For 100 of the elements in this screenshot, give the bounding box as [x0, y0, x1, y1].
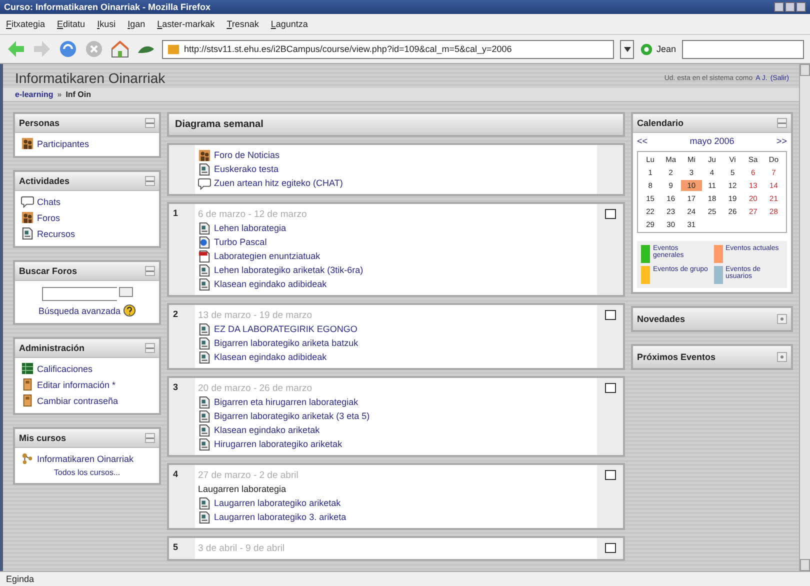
- activity-link[interactable]: Turbo Pascal: [214, 237, 267, 247]
- course-link[interactable]: Informatikaren Oinarriak: [37, 454, 134, 464]
- week-number: 5: [173, 542, 178, 552]
- activity-link[interactable]: Klasean egindako adibideak: [214, 352, 327, 362]
- activity-link[interactable]: Zuen artean hitz egiteko (CHAT): [214, 178, 343, 188]
- activity-link[interactable]: EZ DA LABORATEGIRIK EGONGO: [214, 324, 358, 334]
- block-title: Actividades: [19, 176, 70, 186]
- document-icon: [198, 264, 211, 276]
- caret-icon: [624, 46, 631, 52]
- collapse-icon[interactable]: [145, 266, 155, 276]
- speech-bubble-icon: [198, 176, 211, 190]
- minimize-icon[interactable]: [774, 2, 784, 12]
- speech-bubble-icon: [21, 195, 34, 208]
- activity-link[interactable]: Bigarren laborategiko ariketa batzuk: [214, 338, 358, 348]
- collapse-icon[interactable]: [777, 118, 787, 128]
- search-field[interactable]: [42, 287, 116, 301]
- menu-item[interactable]: Igan: [128, 19, 146, 29]
- block-title: Personas: [19, 118, 60, 128]
- activity-link[interactable]: Laborategien enuntziatuak: [214, 251, 320, 261]
- block-link[interactable]: Recursos: [37, 228, 76, 238]
- close-icon[interactable]: [796, 2, 806, 12]
- month-title[interactable]: mayo 2006: [690, 136, 734, 146]
- week-dates: 27 de marzo - 2 de abril: [198, 470, 298, 480]
- week-dates: 20 de marzo - 26 de marzo: [198, 382, 312, 394]
- activity-link[interactable]: Lehen laborategiko ariketak (3tik-6ra): [214, 265, 364, 275]
- document-icon: [198, 396, 211, 408]
- dropdown-button[interactable]: [620, 40, 634, 58]
- back-arrow-icon[interactable]: [6, 39, 26, 59]
- block-link[interactable]: Cambiar contraseña: [37, 396, 118, 406]
- pdf-document-icon: [198, 250, 211, 262]
- block-link[interactable]: Participantes: [37, 138, 90, 148]
- activity-link[interactable]: Bigarren laborategiko ariketak (3 eta 5): [214, 411, 370, 421]
- document-icon: [198, 438, 211, 450]
- activity-link[interactable]: Bigarren eta hirugarren laborategiak: [214, 397, 358, 407]
- menu-item[interactable]: Ikusi: [97, 19, 116, 29]
- collapse-icon[interactable]: [145, 433, 155, 443]
- document-icon: [198, 410, 211, 422]
- document-icon: [198, 162, 211, 176]
- course-icon: [21, 452, 34, 465]
- all-courses-link[interactable]: Todos los cursos...: [21, 468, 153, 477]
- go-icon[interactable]: [640, 42, 654, 56]
- block-title: Administración: [19, 343, 85, 353]
- expand-icon[interactable]: [777, 314, 787, 324]
- menu-item[interactable]: Laster-markak: [157, 19, 215, 29]
- document-icon: [198, 278, 211, 290]
- block-title: Novedades: [637, 314, 686, 324]
- highlight-icon[interactable]: [604, 209, 616, 219]
- search-field[interactable]: [682, 40, 804, 58]
- previous-month-link[interactable]: <<: [637, 136, 648, 146]
- activity-link[interactable]: Euskerako testa: [214, 164, 279, 174]
- block-link[interactable]: Foros: [37, 212, 60, 222]
- highlight-icon[interactable]: [604, 310, 616, 320]
- week-number: 4: [173, 469, 178, 479]
- section-side-panel: [597, 145, 623, 194]
- highlight-icon[interactable]: [604, 383, 616, 393]
- menu-item[interactable]: Fitxategia: [6, 19, 46, 29]
- course-title: Informatikaren Oinarriak: [15, 70, 166, 86]
- block-title: Calendario: [637, 118, 684, 128]
- maximize-icon[interactable]: [785, 2, 795, 12]
- week-dates: 3 de abril - 9 de abril: [198, 542, 285, 554]
- section-label: Laugarren laborategia: [198, 484, 286, 494]
- highlight-icon[interactable]: [604, 543, 616, 553]
- document-icon: [198, 322, 211, 336]
- home-icon[interactable]: [110, 39, 130, 59]
- menu-item[interactable]: Laguntza: [270, 19, 308, 29]
- people-icon: [21, 137, 34, 150]
- next-month-link[interactable]: >>: [776, 136, 787, 146]
- activity-link[interactable]: Laugarren laborategiko ariketak: [214, 498, 341, 508]
- activity-link[interactable]: Foro de Noticias: [214, 150, 280, 160]
- collapse-icon[interactable]: [145, 176, 155, 186]
- activity-link[interactable]: Klasean egindako ariketak: [214, 425, 320, 435]
- block-title: Próximos Eventos: [637, 352, 716, 362]
- block-link[interactable]: Editar información *: [37, 380, 116, 390]
- document-icon: [21, 227, 34, 240]
- block-link[interactable]: Chats: [37, 196, 61, 206]
- collapse-icon[interactable]: [145, 343, 155, 353]
- activity-link[interactable]: Lehen laborategia: [214, 223, 286, 233]
- help-icon[interactable]: [122, 304, 136, 317]
- activity-link[interactable]: Klasean egindako adibideak: [214, 279, 327, 289]
- breadcrumb-link[interactable]: e-learning: [15, 90, 54, 99]
- activity-link[interactable]: Laugarren laborategiko 3. ariketa: [214, 512, 346, 522]
- address-bar[interactable]: http://stsv11.st.ehu.es/i2BCampus/course/view.php?id=109&cal_m=5&cal_y=2006: [162, 40, 614, 58]
- collapse-icon[interactable]: [145, 118, 155, 128]
- stop-icon[interactable]: [84, 39, 104, 59]
- block-title: Buscar Foros: [19, 266, 78, 276]
- advanced-search-link[interactable]: Búsqueda avanzada: [38, 306, 121, 316]
- globe-document-icon: [198, 236, 211, 248]
- expand-icon[interactable]: [777, 352, 787, 362]
- window-title: Curso: Informatikaren Oinarriak - Mozilla Firefox: [4, 2, 211, 12]
- breadcrumb-separator: »: [57, 90, 62, 99]
- activity-link[interactable]: Hirugarren laborategiko ariketak: [214, 439, 342, 449]
- search-button[interactable]: [118, 287, 132, 297]
- weekly-title: Diagrama semanal: [175, 119, 264, 130]
- site-icon: [167, 42, 180, 56]
- menu-item[interactable]: Editatu: [57, 19, 86, 29]
- menu-item[interactable]: Tresnak: [226, 19, 259, 29]
- block-link[interactable]: Calificaciones: [37, 364, 93, 374]
- people-icon: [21, 211, 34, 224]
- highlight-icon[interactable]: [604, 470, 616, 480]
- reload-icon[interactable]: [58, 39, 78, 59]
